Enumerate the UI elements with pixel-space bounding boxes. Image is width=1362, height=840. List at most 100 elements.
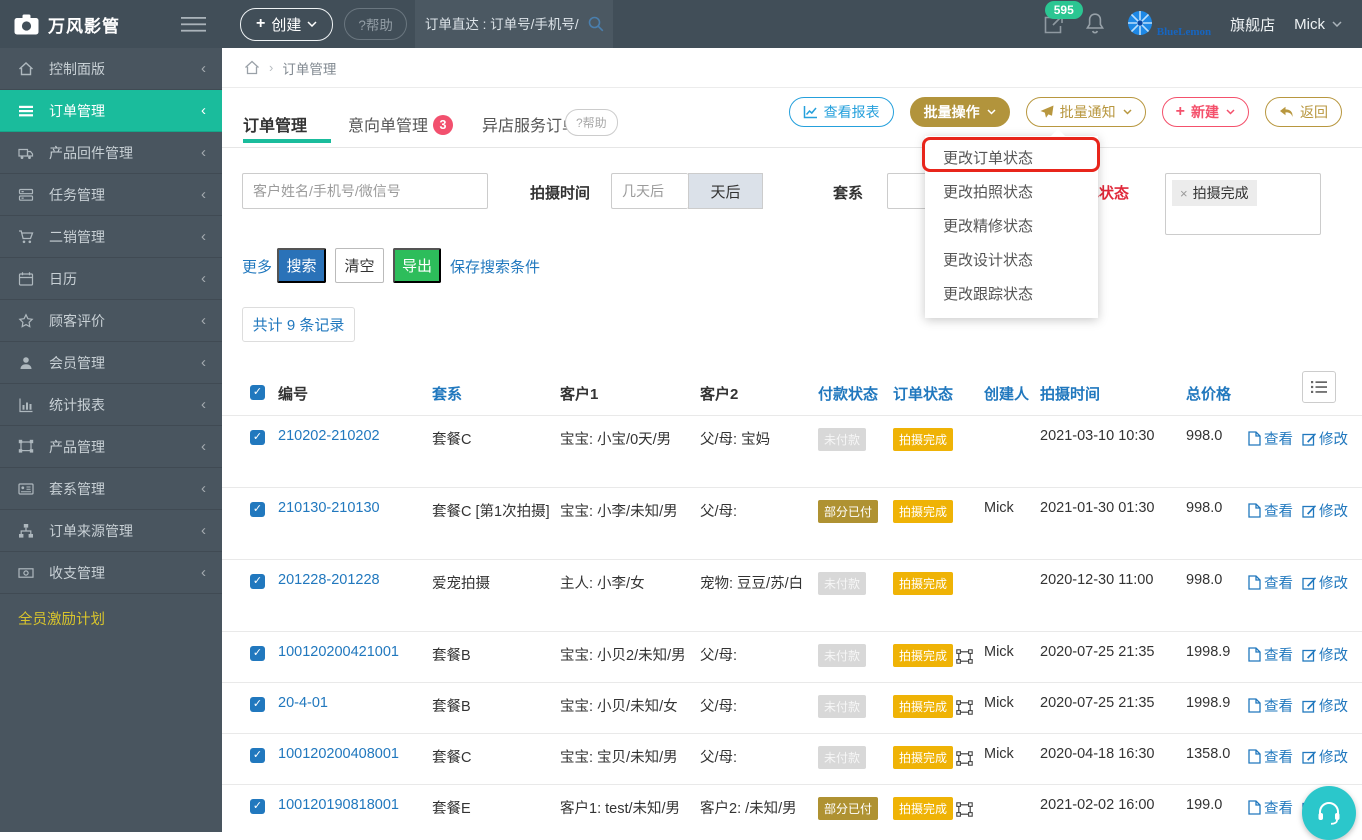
row-checkbox[interactable]: ✓ bbox=[250, 430, 265, 445]
payment-status-badge: 未付款 bbox=[818, 572, 867, 595]
search-button[interactable]: 搜索 bbox=[277, 248, 326, 283]
view-report-button[interactable]: 查看报表 bbox=[788, 97, 894, 127]
view-link[interactable]: 查看 bbox=[1248, 644, 1293, 665]
dropdown-item[interactable]: 更改设计状态 bbox=[925, 244, 1098, 278]
edit-link[interactable]: 修改 bbox=[1302, 746, 1348, 767]
notification-badge[interactable]: 595 bbox=[1044, 0, 1083, 19]
bell-icon[interactable] bbox=[1084, 12, 1106, 37]
sidebar-promo-link[interactable]: 全员激励计划 bbox=[0, 594, 222, 643]
sidebar-item[interactable]: 统计报表 ‹ bbox=[0, 384, 222, 426]
camera-icon bbox=[14, 14, 39, 35]
view-link[interactable]: 查看 bbox=[1248, 695, 1293, 716]
order-id-link[interactable]: 100120200421001 bbox=[278, 644, 399, 660]
sidebar-item[interactable]: 控制面版 ‹ bbox=[0, 48, 222, 90]
batch-notify-button[interactable]: 批量通知 bbox=[1025, 97, 1146, 127]
record-count: 共计 9 条记录 bbox=[242, 307, 355, 342]
order-id-link[interactable]: 210202-210202 bbox=[278, 428, 380, 444]
save-search-link[interactable]: 保存搜索条件 bbox=[450, 256, 540, 277]
order-id-link[interactable]: 100120200408001 bbox=[278, 746, 399, 762]
order-id-link[interactable]: 100120190818001 bbox=[278, 797, 399, 813]
back-button[interactable]: 返回 bbox=[1265, 97, 1342, 127]
row-checkbox[interactable]: ✓ bbox=[250, 748, 265, 763]
main-content: › 订单管理 订单管理 意向单管理 3 异店服务订单 ?帮助 查看报表 批量操作 … bbox=[222, 48, 1362, 832]
breadcrumb-current[interactable]: 订单管理 bbox=[282, 58, 336, 78]
order-id-link[interactable]: 201228-201228 bbox=[278, 572, 380, 588]
sidebar-item[interactable]: 日历 ‹ bbox=[0, 258, 222, 300]
sidebar-item[interactable]: 订单来源管理 ‹ bbox=[0, 510, 222, 552]
breadcrumb-separator: › bbox=[269, 60, 274, 75]
tasks-icon bbox=[18, 187, 35, 203]
sidebar-item[interactable]: 会员管理 ‹ bbox=[0, 342, 222, 384]
table-row: ✓ 100120200408001 套餐C 宝宝: 宝贝/未知/男 父/母: 未付款 拍摄完… bbox=[222, 734, 1362, 785]
column-header[interactable]: 总价格 bbox=[1186, 383, 1231, 404]
sidebar-item[interactable]: 任务管理 ‹ bbox=[0, 174, 222, 216]
column-header[interactable]: 拍摄时间 bbox=[1040, 383, 1100, 404]
row-checkbox[interactable]: ✓ bbox=[250, 646, 265, 661]
sidebar-item[interactable]: 产品回件管理 ‹ bbox=[0, 132, 222, 174]
tabs-help-button[interactable]: ?帮助 bbox=[565, 109, 618, 136]
column-header[interactable]: 创建人 bbox=[984, 383, 1029, 404]
payment-status-badge: 部分已付 bbox=[818, 500, 879, 523]
search-icon[interactable] bbox=[587, 15, 605, 33]
sidebar-item[interactable]: 套系管理 ‹ bbox=[0, 468, 222, 510]
column-header[interactable]: 套系 bbox=[432, 383, 462, 404]
new-order-button[interactable]: + 新建 bbox=[1161, 97, 1249, 127]
chevron-left-icon: ‹ bbox=[201, 480, 206, 497]
clear-button[interactable]: 清空 bbox=[335, 248, 384, 283]
sidebar-item[interactable]: 订单管理 ‹ bbox=[0, 90, 222, 132]
view-link[interactable]: 查看 bbox=[1248, 797, 1293, 818]
chevron-down-icon bbox=[987, 109, 996, 115]
customer-search-input[interactable] bbox=[242, 173, 488, 209]
sidebar-item[interactable]: 产品管理 ‹ bbox=[0, 426, 222, 468]
view-link[interactable]: 查看 bbox=[1248, 572, 1293, 593]
create-button[interactable]: + 创建 bbox=[240, 7, 334, 41]
order-id-link[interactable]: 210130-210130 bbox=[278, 500, 380, 516]
edit-link[interactable]: 修改 bbox=[1302, 572, 1348, 593]
dropdown-item[interactable]: 更改跟踪状态 bbox=[925, 278, 1098, 312]
home-icon[interactable] bbox=[244, 60, 260, 75]
order-id-link[interactable]: 20-4-01 bbox=[278, 695, 328, 711]
view-link[interactable]: 查看 bbox=[1248, 500, 1293, 521]
dropdown-item[interactable]: 更改拍照状态 bbox=[925, 176, 1098, 210]
dropdown-item[interactable]: 更改精修状态 bbox=[925, 210, 1098, 244]
store-name[interactable]: 旗舰店 bbox=[1230, 14, 1275, 35]
tab-other-store-orders[interactable]: 异店服务订单 bbox=[482, 112, 578, 136]
row-checkbox[interactable]: ✓ bbox=[250, 502, 265, 517]
table-header-row: ✓ 编号 套系 客户1 客户2 付款状态 订单状态 创建人 拍摄时间 总价格 bbox=[222, 370, 1362, 416]
column-header[interactable]: 付款状态 bbox=[818, 383, 878, 404]
column-settings-button[interactable] bbox=[1302, 371, 1336, 403]
edit-link[interactable]: 修改 bbox=[1302, 695, 1348, 716]
remove-tag-icon[interactable]: × bbox=[1180, 186, 1188, 201]
edit-link[interactable]: 修改 bbox=[1302, 428, 1348, 449]
row-checkbox[interactable]: ✓ bbox=[250, 697, 265, 712]
row-checkbox[interactable]: ✓ bbox=[250, 799, 265, 814]
object-group-icon bbox=[956, 802, 973, 817]
sidebar-item[interactable]: 顾客评价 ‹ bbox=[0, 300, 222, 342]
tab-order-management[interactable]: 订单管理 bbox=[243, 112, 307, 136]
quick-search-input[interactable] bbox=[424, 16, 587, 32]
header-help-button[interactable]: ?帮助 bbox=[344, 8, 407, 40]
row-checkbox[interactable]: ✓ bbox=[250, 574, 265, 589]
select-all-checkbox[interactable]: ✓ bbox=[250, 385, 265, 400]
dropdown-item[interactable]: 更改订单状态 bbox=[925, 142, 1098, 176]
export-button[interactable]: 导出 bbox=[393, 248, 441, 283]
more-filters-link[interactable]: 更多 bbox=[242, 256, 272, 277]
view-link[interactable]: 查看 bbox=[1248, 746, 1293, 767]
order-status-badge: 拍摄完成 bbox=[893, 695, 954, 718]
batch-operations-button[interactable]: 批量操作 bbox=[909, 97, 1010, 127]
table-row: ✓ 201228-201228 爱宠拍摄 主人: 小李/女 宠物: 豆豆/苏/白 未付款拍… bbox=[222, 560, 1362, 632]
column-header[interactable]: 订单状态 bbox=[893, 383, 953, 404]
days-after-input[interactable] bbox=[611, 173, 688, 209]
view-link[interactable]: 查看 bbox=[1248, 428, 1293, 449]
menu-toggle-icon[interactable] bbox=[181, 16, 206, 32]
user-menu[interactable]: Mick bbox=[1294, 16, 1342, 33]
sidebar-item[interactable]: 收支管理 ‹ bbox=[0, 552, 222, 594]
chevron-left-icon: ‹ bbox=[201, 438, 206, 455]
sidebar-item-label: 订单来源管理 bbox=[49, 522, 133, 539]
edit-link[interactable]: 修改 bbox=[1302, 500, 1348, 521]
sidebar-item[interactable]: 二销管理 ‹ bbox=[0, 216, 222, 258]
edit-link[interactable]: 修改 bbox=[1302, 644, 1348, 665]
table-row: ✓ 100120200421001 套餐B 宝宝: 小贝2/未知/男 父/母: 未付款 拍摄… bbox=[222, 632, 1362, 683]
tab-intent-management[interactable]: 意向单管理 3 bbox=[348, 112, 454, 136]
order-status-multiselect[interactable]: × 拍摄完成 bbox=[1165, 173, 1321, 235]
